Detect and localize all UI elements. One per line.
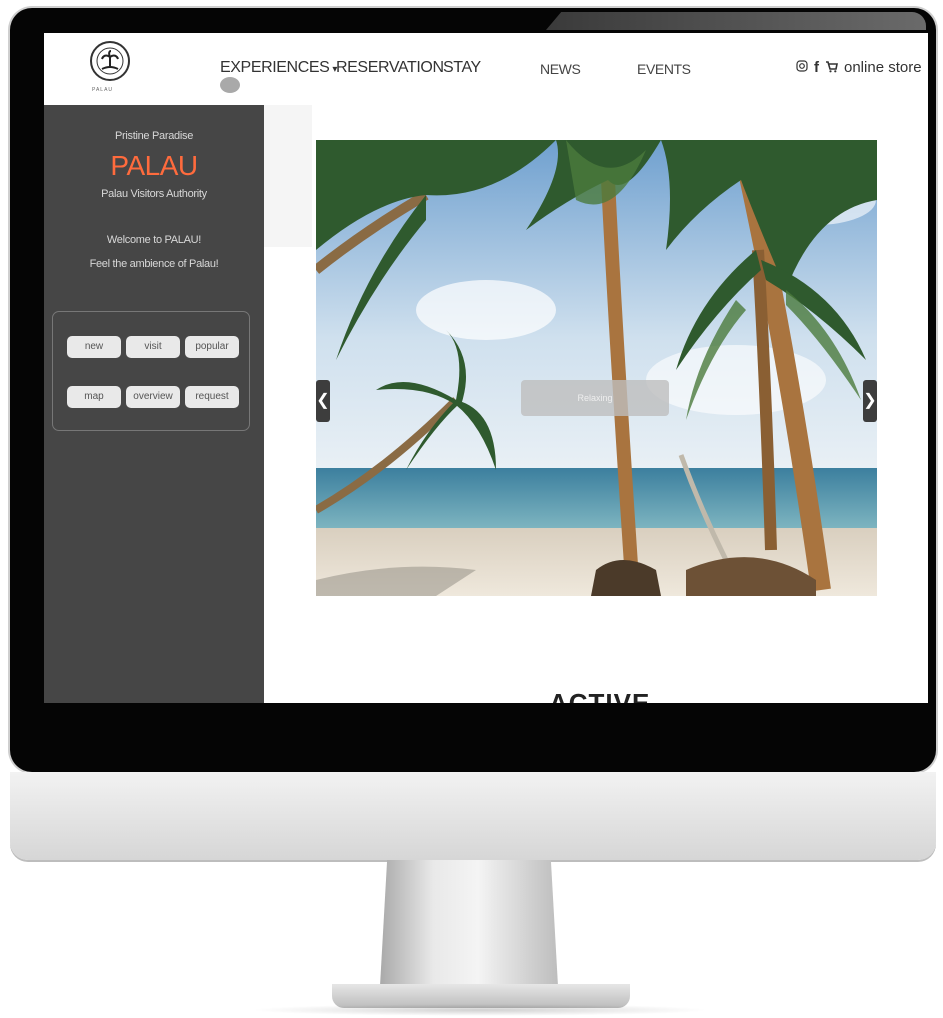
cursor-indicator xyxy=(220,77,240,93)
website-screen: PALAU EXPERIENCES ▾ RESERVATION STAY NEWS… xyxy=(44,33,928,703)
nav-reservation[interactable]: RESERVATION xyxy=(336,59,444,77)
button-popular[interactable]: popular xyxy=(185,336,239,358)
palm-tree-icon xyxy=(96,47,124,75)
sidebar-subtitle: Palau Visitors Authority xyxy=(101,188,207,200)
nav-experiences-label: EXPERIENCES xyxy=(220,59,330,76)
sidebar-tagline: Pristine Paradise xyxy=(114,130,194,142)
nav-events[interactable]: EVENTS xyxy=(637,61,691,77)
online-store-link[interactable]: online store xyxy=(844,59,922,76)
carousel-caption: Relaxing xyxy=(521,380,669,416)
cart-icon[interactable] xyxy=(825,60,838,76)
bezel-highlight xyxy=(546,12,926,30)
button-request[interactable]: request xyxy=(185,386,239,408)
sidebar-title: PALAU xyxy=(110,150,198,181)
nav-experiences[interactable]: EXPERIENCES ▾ xyxy=(220,59,337,77)
logo-caption: PALAU xyxy=(92,87,114,93)
sidebar-welcome: Welcome to PALAU! xyxy=(106,234,202,246)
sidebar: Pristine Paradise PALAU Palau Visitors A… xyxy=(44,105,264,703)
top-nav: PALAU EXPERIENCES ▾ RESERVATION STAY NEWS… xyxy=(44,33,928,105)
carousel-next-button[interactable]: ❯ xyxy=(863,380,877,422)
sidebar-button-panel: new visit popular map overview request xyxy=(52,311,250,431)
button-visit[interactable]: visit xyxy=(126,336,180,358)
carousel-prev-button[interactable]: ❮ xyxy=(316,380,330,422)
button-new[interactable]: new xyxy=(67,336,121,358)
beach-palm-photo xyxy=(316,140,877,596)
nav-stay[interactable]: STAY xyxy=(443,59,481,77)
instagram-icon[interactable] xyxy=(796,60,808,75)
sidebar-feel: Feel the ambience of Palau! xyxy=(89,258,219,270)
social-links: f online store xyxy=(796,59,922,76)
facebook-icon[interactable]: f xyxy=(814,59,819,76)
image-carousel: ❮ ❯ Relaxing xyxy=(316,140,877,596)
button-map[interactable]: map xyxy=(67,386,121,408)
button-overview[interactable]: overview xyxy=(126,386,180,408)
palau-logo[interactable] xyxy=(90,41,130,81)
monitor-stand-neck xyxy=(380,860,558,986)
monitor-chin xyxy=(10,772,936,860)
nav-news[interactable]: NEWS xyxy=(540,61,581,77)
section-heading-active: ACTIVE xyxy=(549,688,651,703)
stand-shadow xyxy=(250,1004,710,1016)
